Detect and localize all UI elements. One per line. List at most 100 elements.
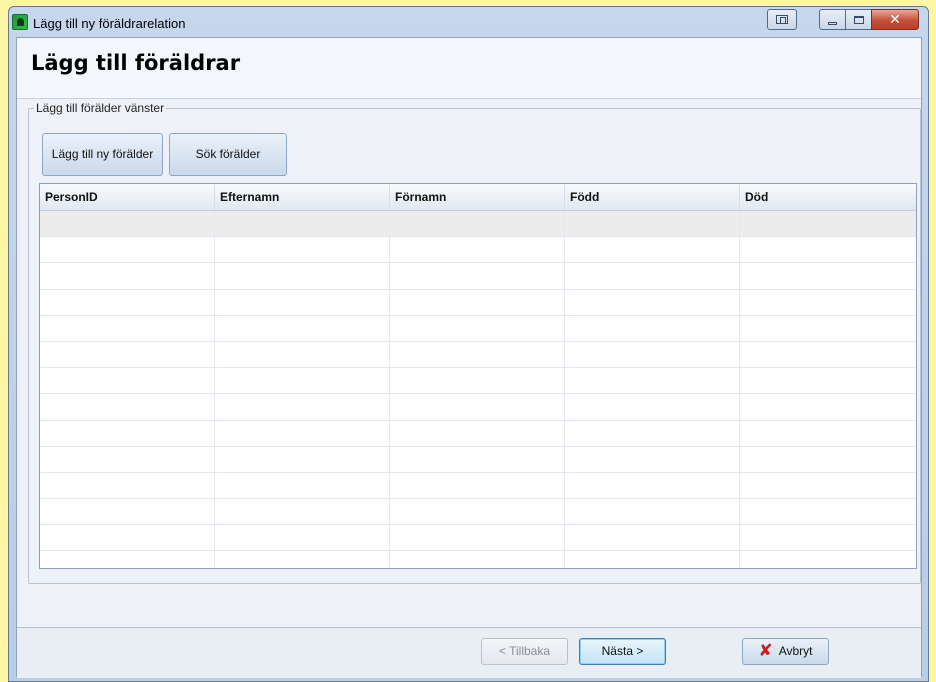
table-cell[interactable]: [390, 499, 565, 525]
table-cell[interactable]: [40, 315, 215, 341]
table-cell[interactable]: [740, 421, 916, 446]
table-cell[interactable]: [40, 525, 215, 551]
table-cell[interactable]: [740, 237, 916, 262]
search-parent-button[interactable]: Sök förälder: [169, 133, 287, 176]
table-cell[interactable]: [40, 499, 215, 525]
table-cell[interactable]: [40, 289, 215, 315]
table-cell[interactable]: [390, 368, 565, 394]
window-mode-button[interactable]: [767, 9, 797, 30]
table-cell[interactable]: [565, 341, 740, 368]
table-cell[interactable]: [215, 315, 390, 341]
table-cell[interactable]: [565, 472, 740, 499]
table-row[interactable]: [40, 551, 916, 568]
column-header[interactable]: Efternamn: [215, 184, 390, 210]
minimize-button[interactable]: [819, 9, 846, 30]
table-cell[interactable]: [740, 394, 916, 419]
table-cell[interactable]: [215, 368, 390, 394]
table-cell[interactable]: [40, 420, 215, 446]
table-cell[interactable]: [390, 289, 565, 315]
table-row[interactable]: [40, 237, 916, 264]
table-cell[interactable]: [215, 289, 390, 315]
table-row[interactable]: [40, 368, 916, 395]
table-cell[interactable]: [215, 499, 390, 525]
table-cell[interactable]: [565, 368, 740, 394]
maximize-button[interactable]: [845, 9, 872, 30]
table-cell[interactable]: [40, 341, 215, 368]
table-cell[interactable]: [565, 211, 740, 237]
table-cell[interactable]: [390, 472, 565, 499]
cancel-button[interactable]: ✘ Avbryt: [742, 638, 829, 665]
table-cell[interactable]: [740, 263, 916, 288]
table-cell[interactable]: [390, 420, 565, 446]
table-row[interactable]: [40, 446, 916, 473]
table-row[interactable]: [40, 263, 916, 290]
table-cell[interactable]: [565, 525, 740, 551]
table-cell[interactable]: [390, 341, 565, 368]
table-cell[interactable]: [740, 290, 916, 315]
table-row[interactable]: [40, 420, 916, 447]
table-cell[interactable]: [390, 394, 565, 420]
table-row[interactable]: [40, 394, 916, 421]
column-header[interactable]: Förnamn: [390, 184, 565, 210]
table-cell[interactable]: [40, 472, 215, 499]
table-cell[interactable]: [40, 368, 215, 394]
table-cell[interactable]: [40, 237, 215, 263]
table-cell[interactable]: [565, 394, 740, 420]
column-header[interactable]: Född: [565, 184, 740, 210]
table-cell[interactable]: [740, 368, 916, 393]
table-cell[interactable]: [565, 237, 740, 263]
table-cell[interactable]: [390, 211, 565, 237]
table-cell[interactable]: [215, 551, 390, 568]
table-cell[interactable]: [565, 499, 740, 525]
table-cell[interactable]: [40, 394, 215, 420]
table-row[interactable]: [40, 499, 916, 526]
table-cell[interactable]: [740, 499, 916, 524]
table-cell[interactable]: [565, 551, 740, 568]
table-row[interactable]: [40, 211, 916, 238]
table-cell[interactable]: [740, 211, 916, 236]
table-cell[interactable]: [215, 237, 390, 263]
close-button[interactable]: ✕: [871, 9, 919, 30]
back-button[interactable]: < Tillbaka: [481, 638, 568, 665]
table-cell[interactable]: [740, 525, 916, 550]
table-row[interactable]: [40, 289, 916, 316]
table-cell[interactable]: [565, 289, 740, 315]
next-button[interactable]: Nästa >: [579, 638, 666, 665]
table-cell[interactable]: [565, 420, 740, 446]
table-cell[interactable]: [390, 551, 565, 568]
table-cell[interactable]: [740, 473, 916, 498]
table-cell[interactable]: [390, 446, 565, 472]
table-cell[interactable]: [215, 263, 390, 289]
table-row[interactable]: [40, 315, 916, 342]
table-cell[interactable]: [565, 263, 740, 289]
parents-table[interactable]: PersonID Efternamn Förnamn Född Död: [39, 183, 917, 569]
table-row[interactable]: [40, 341, 916, 369]
table-cell[interactable]: [40, 446, 215, 472]
add-new-parent-button[interactable]: Lägg till ny förälder: [42, 133, 163, 176]
title-bar[interactable]: Lägg till ny föräldrarelation ✕: [9, 7, 928, 37]
table-cell[interactable]: [565, 315, 740, 341]
column-header[interactable]: Död: [740, 184, 916, 210]
table-cell[interactable]: [740, 316, 916, 341]
table-cell[interactable]: [40, 263, 215, 289]
table-cell[interactable]: [215, 394, 390, 420]
table-cell[interactable]: [40, 211, 215, 237]
table-cell[interactable]: [215, 211, 390, 237]
table-cell[interactable]: [215, 446, 390, 472]
table-row[interactable]: [40, 525, 916, 552]
table-cell[interactable]: [565, 446, 740, 472]
table-cell[interactable]: [40, 551, 215, 568]
table-cell[interactable]: [215, 472, 390, 499]
table-cell[interactable]: [740, 342, 916, 367]
table-cell[interactable]: [390, 315, 565, 341]
table-cell[interactable]: [390, 237, 565, 263]
table-cell[interactable]: [215, 420, 390, 446]
table-cell[interactable]: [215, 341, 390, 368]
table-cell[interactable]: [390, 263, 565, 289]
table-cell[interactable]: [740, 447, 916, 472]
table-cell[interactable]: [390, 525, 565, 551]
column-header[interactable]: PersonID: [40, 184, 215, 210]
table-row[interactable]: [40, 472, 916, 500]
table-cell[interactable]: [740, 551, 916, 568]
table-cell[interactable]: [215, 525, 390, 551]
